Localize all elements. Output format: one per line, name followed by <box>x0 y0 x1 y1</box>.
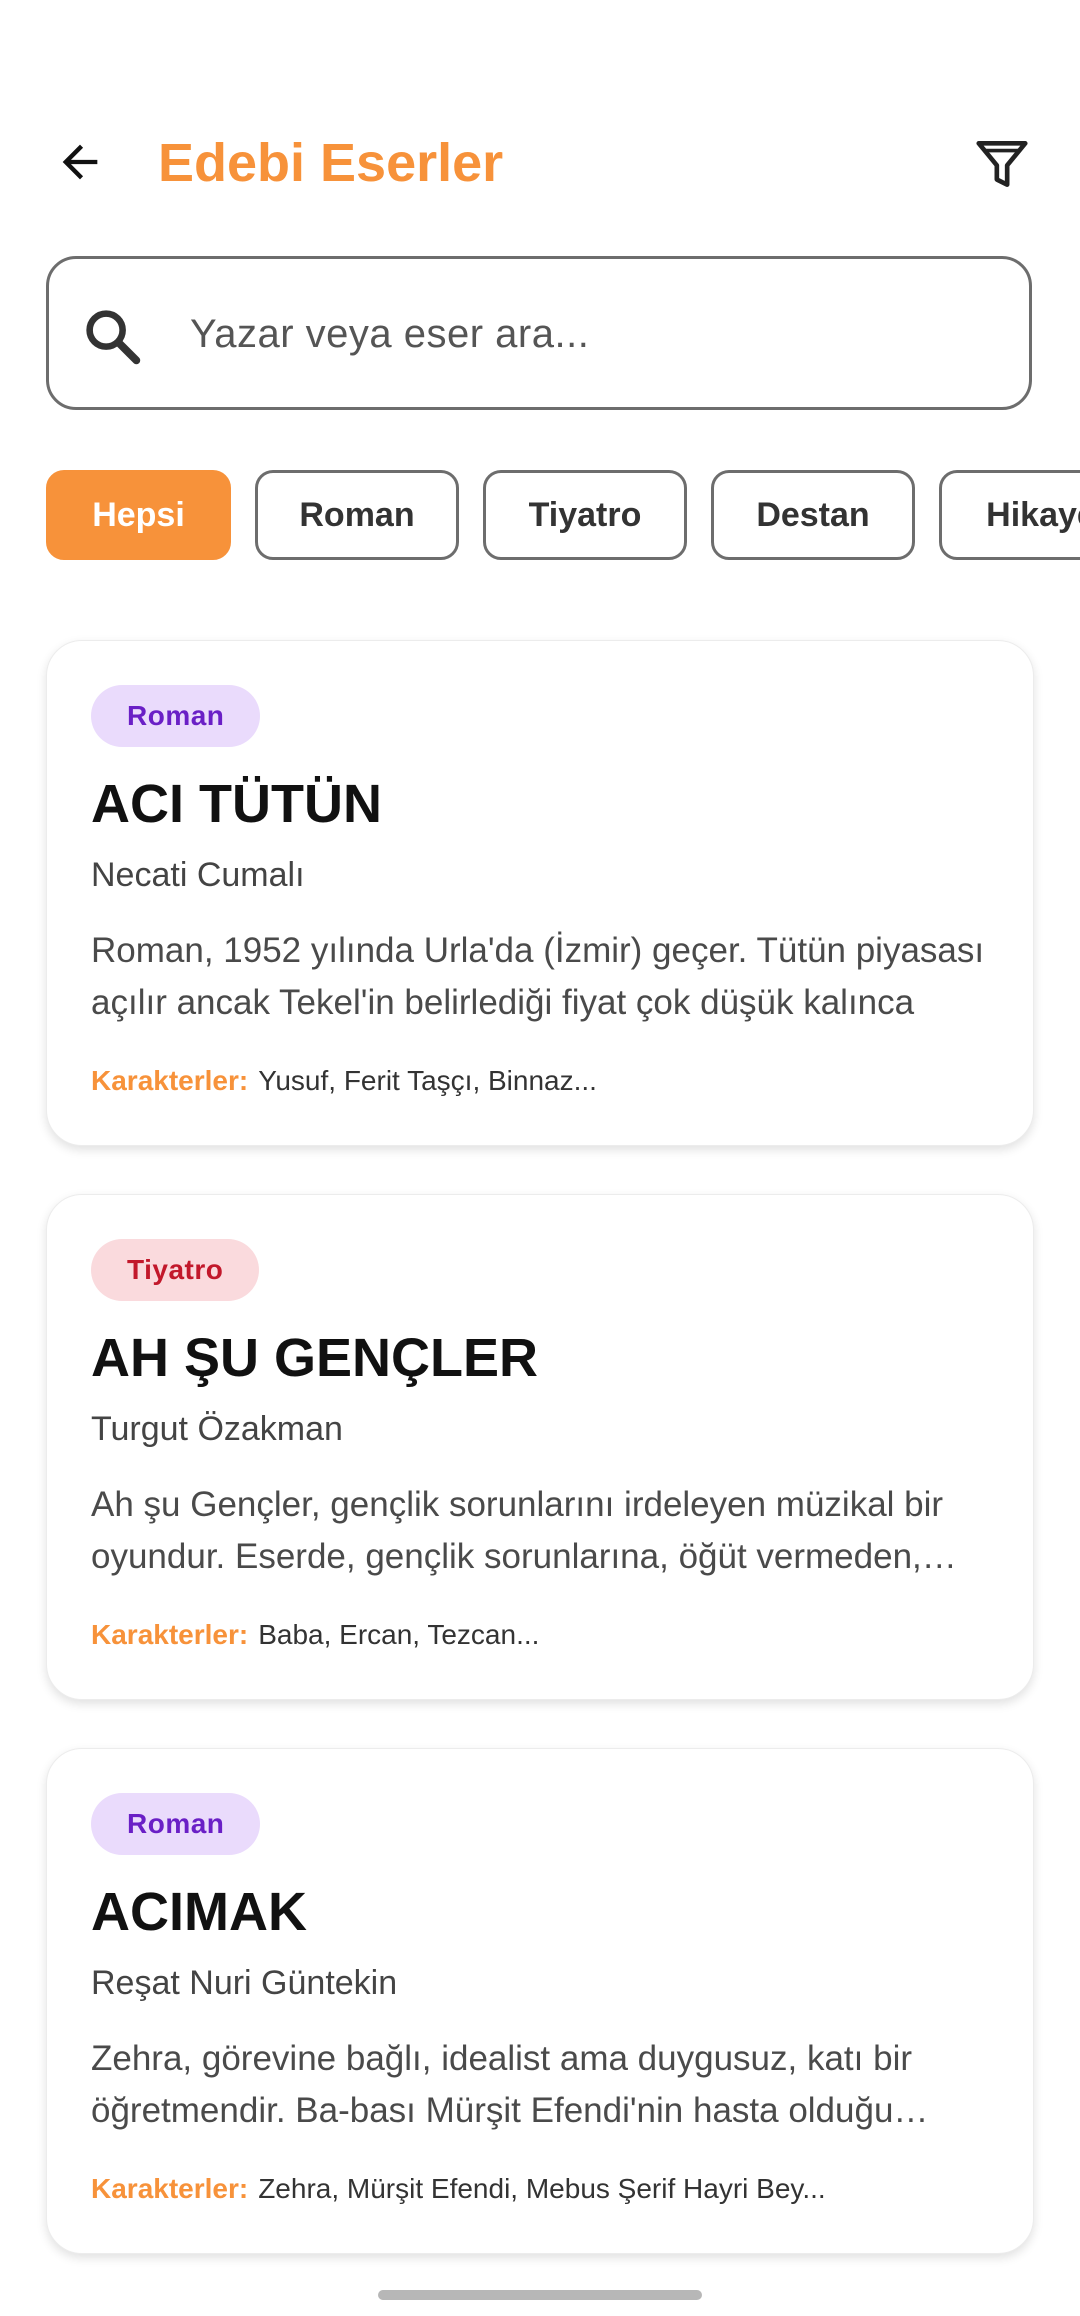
chip-tiyatro[interactable]: Tiyatro <box>483 470 687 560</box>
chip-roman[interactable]: Roman <box>255 470 459 560</box>
work-author: Turgut Özakman <box>91 1410 343 1448</box>
work-characters: Karakterler: Yusuf, Ferit Taşçı, Binnaz..… <box>91 1061 991 1101</box>
filter-icon <box>976 141 1028 187</box>
work-author: Necati Cumalı <box>91 856 305 894</box>
back-button[interactable] <box>40 122 120 202</box>
page-title: Edebi Eserler <box>158 133 504 193</box>
category-chips: Hepsi Roman Tiyatro Destan Hikaye <box>46 470 1080 560</box>
work-card[interactable]: Roman ACIMAK Reşat Nuri Güntekin Zehra, … <box>46 1748 1034 2254</box>
chip-destan[interactable]: Destan <box>711 470 915 560</box>
characters-list: Baba, Ercan, Tezcan... <box>258 1619 540 1650</box>
work-card[interactable]: Tiyatro AH ŞU GENÇLER Turgut Özakman Ah … <box>46 1194 1034 1700</box>
work-description: Roman, 1952 yılında Urla'da (İzmir) geçe… <box>91 931 985 1022</box>
filter-button[interactable] <box>960 122 1044 206</box>
screen: Edebi Eserler Hepsi Roman Tiyatro Destan… <box>0 0 1080 2316</box>
characters-list: Zehra, Mürşit Efendi, Mebus Şerif Hayri … <box>258 2173 826 2204</box>
work-title: ACIMAK <box>91 1882 307 1942</box>
work-description: Zehra, görevine bağlı, idealist ama duyg… <box>91 2039 912 2130</box>
status-bar <box>0 0 1080 100</box>
work-title: ACI TÜTÜN <box>91 774 382 834</box>
characters-label: Karakterler: <box>91 2173 249 2204</box>
work-characters: Karakterler: Zehra, Mürşit Efendi, Mebus … <box>91 2169 991 2209</box>
work-title: AH ŞU GENÇLER <box>91 1328 539 1388</box>
work-card[interactable]: Roman ACI TÜTÜN Necati Cumalı Roman, 195… <box>46 640 1034 1146</box>
work-characters: Karakterler: Baba, Ercan, Tezcan... <box>91 1615 991 1655</box>
characters-label: Karakterler: <box>91 1619 249 1650</box>
chip-hikaye[interactable]: Hikaye <box>939 470 1080 560</box>
arrow-left-icon <box>62 144 98 180</box>
chip-hepsi[interactable]: Hepsi <box>46 470 231 560</box>
characters-label: Karakterler: <box>91 1065 249 1096</box>
category-badge: Roman <box>91 1793 261 1855</box>
characters-list: Yusuf, Ferit Taşçı, Binnaz... <box>258 1065 597 1096</box>
work-description: Ah şu Gençler, gençlik sorunlarını irdel… <box>91 1485 944 1576</box>
search-icon <box>86 310 141 365</box>
category-badge: Tiyatro <box>91 1239 260 1301</box>
home-indicator[interactable] <box>378 2290 702 2300</box>
work-author: Reşat Nuri Güntekin <box>91 1964 398 2002</box>
search-input[interactable] <box>190 294 990 374</box>
category-badge: Roman <box>91 685 261 747</box>
